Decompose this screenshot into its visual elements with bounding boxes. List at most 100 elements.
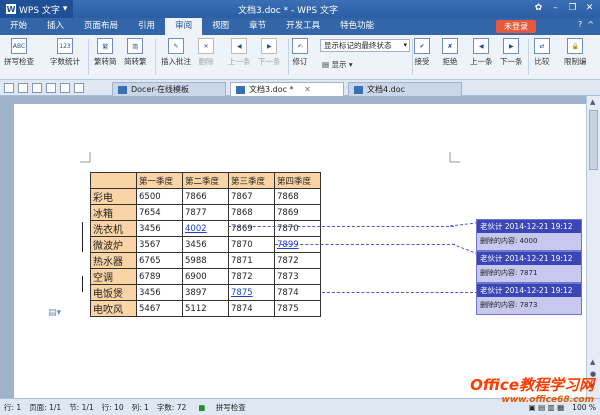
table-cell[interactable]: 7873: [274, 268, 321, 285]
revision-balloon[interactable]: 老伙计 2014-12-21 19:12 删除的内容: 7873: [476, 283, 582, 315]
skin-icon[interactable]: ✿: [532, 1, 545, 15]
restrict-editing-button[interactable]: 🔒 限制编: [564, 38, 587, 67]
paste-options-icon[interactable]: ▤▾: [48, 308, 61, 318]
table-cell[interactable]: 7869: [228, 220, 275, 237]
collapse-ribbon-icon[interactable]: ^: [587, 20, 594, 29]
table-cell[interactable]: 7869: [274, 204, 321, 221]
restore-button[interactable]: ❐: [566, 1, 579, 15]
menu-view[interactable]: 视图: [202, 18, 239, 35]
table-cell[interactable]: 6789: [136, 268, 183, 285]
table-cell[interactable]: 3567: [136, 236, 183, 253]
prev-comment-button[interactable]: ◀ 上一条: [228, 38, 251, 67]
minimize-button[interactable]: –: [549, 1, 562, 15]
table-cell[interactable]: 7654: [136, 204, 183, 221]
table-cell[interactable]: 微波炉: [90, 236, 137, 253]
table-cell-inserted[interactable]: 7875: [228, 284, 275, 301]
table-cell[interactable]: 冰箱: [90, 204, 137, 221]
table-cell[interactable]: 7868: [274, 188, 321, 205]
table-cell[interactable]: 7872: [228, 268, 275, 285]
next-comment-button[interactable]: ▶ 下一条: [258, 38, 281, 67]
menu-references[interactable]: 引用: [128, 18, 165, 35]
prev-change-button[interactable]: ◀ 上一条: [470, 38, 493, 67]
markup-display-select[interactable]: 显示标记的最终状态: [320, 39, 410, 52]
table-cell[interactable]: 7871: [228, 252, 275, 269]
open-icon[interactable]: [18, 83, 28, 93]
table-cell[interactable]: 7867: [228, 188, 275, 205]
table-cell[interactable]: 3456: [136, 284, 183, 301]
prev-page-icon[interactable]: ▲: [590, 358, 595, 366]
table-cell[interactable]: 7870: [274, 220, 321, 237]
menu-features[interactable]: 特色功能: [330, 18, 384, 35]
table-cell[interactable]: 热水器: [90, 252, 137, 269]
table-cell[interactable]: 7875: [274, 300, 321, 317]
table-cell[interactable]: 电吹风: [90, 300, 137, 317]
table-cell[interactable]: 空调: [90, 268, 137, 285]
table-cell[interactable]: 5112: [182, 300, 229, 317]
menu-page-layout[interactable]: 页面布局: [74, 18, 128, 35]
reject-button[interactable]: ✘ 拒绝: [442, 38, 458, 67]
simp-to-trad-button[interactable]: 简 简转繁: [124, 38, 147, 67]
table-cell[interactable]: 电饭煲: [90, 284, 137, 301]
table-cell[interactable]: 洗衣机: [90, 220, 137, 237]
show-markup-dropdown[interactable]: ▤ 显示 ▾: [322, 59, 353, 70]
help-icon[interactable]: ?: [578, 20, 582, 29]
menu-review[interactable]: 审阅: [165, 18, 203, 35]
table-cell[interactable]: 6500: [136, 188, 183, 205]
word-count-button[interactable]: 123 字数统计: [50, 38, 80, 67]
table-header-cell[interactable]: 第一季度: [136, 172, 183, 189]
menu-insert[interactable]: 插入: [37, 18, 74, 35]
table-cell[interactable]: 7870: [228, 236, 275, 253]
table-header-cell[interactable]: 第二季度: [182, 172, 229, 189]
table-cell[interactable]: 7874: [228, 300, 275, 317]
save-icon[interactable]: [32, 83, 42, 93]
table-cell[interactable]: 7866: [182, 188, 229, 205]
comment-connector: [450, 222, 477, 227]
tab-doc4[interactable]: 文档4.doc: [348, 82, 462, 96]
table-cell[interactable]: 3456: [182, 236, 229, 253]
print-icon[interactable]: [46, 83, 56, 93]
balloon-text: 删除的内容: 7871: [480, 269, 538, 277]
scroll-up-icon[interactable]: ▲: [590, 98, 595, 106]
redo-icon[interactable]: [74, 83, 84, 93]
table-cell[interactable]: 7872: [274, 252, 321, 269]
scroll-thumb[interactable]: [589, 110, 598, 170]
spell-check-status[interactable]: ■ 拼写检查: [190, 402, 253, 413]
table-header-cell[interactable]: 第三季度: [228, 172, 275, 189]
insert-comment-button[interactable]: ✎ 插入批注: [161, 38, 191, 67]
revision-balloon[interactable]: 老伙计 2014-12-21 19:12 删除的内容: 4000: [476, 219, 582, 251]
revision-balloon[interactable]: 老伙计 2014-12-21 19:12 删除的内容: 7871: [476, 251, 582, 283]
new-icon[interactable]: [4, 83, 14, 93]
tab-docer[interactable]: Docer-在线模板: [112, 82, 226, 96]
menu-developer[interactable]: 开发工具: [276, 18, 330, 35]
delete-comment-button[interactable]: ✕ 删除: [198, 38, 214, 67]
login-button[interactable]: 未登录: [496, 20, 536, 33]
table-header-cell[interactable]: [90, 172, 137, 189]
table-cell[interactable]: 彩电: [90, 188, 137, 205]
track-changes-button[interactable]: ✍ 修订: [292, 38, 308, 67]
close-tab-icon[interactable]: ✕: [304, 85, 311, 94]
table-cell[interactable]: 5467: [136, 300, 183, 317]
undo-icon[interactable]: [60, 83, 70, 93]
trad-to-simp-button[interactable]: 繁 繁转简: [94, 38, 117, 67]
table-cell[interactable]: 7874: [274, 284, 321, 301]
table-cell[interactable]: 3456: [136, 220, 183, 237]
table-cell[interactable]: 7868: [228, 204, 275, 221]
menu-home[interactable]: 开始: [0, 18, 37, 35]
tab-doc3[interactable]: 文档3.doc * ✕: [230, 82, 344, 96]
table-cell[interactable]: 7877: [182, 204, 229, 221]
spell-check-button[interactable]: ABC 拼写检查: [4, 38, 34, 67]
table-cell[interactable]: 3897: [182, 284, 229, 301]
compare-button[interactable]: ⇄ 比较: [534, 38, 550, 67]
table-cell[interactable]: 6900: [182, 268, 229, 285]
vertical-scrollbar[interactable]: ▲ ▲ ● ▼: [586, 96, 600, 398]
next-change-button[interactable]: ▶ 下一条: [500, 38, 523, 67]
table-cell[interactable]: 6765: [136, 252, 183, 269]
menu-section[interactable]: 章节: [239, 18, 276, 35]
table-header-cell[interactable]: 第四季度: [274, 172, 321, 189]
next-change-label: 下一条: [500, 57, 523, 66]
app-menu-button[interactable]: W WPS 文字 ▾: [0, 0, 74, 18]
close-button[interactable]: ✕: [583, 1, 596, 15]
table-cell-inserted[interactable]: 4002: [182, 220, 229, 237]
table-cell[interactable]: 5988: [182, 252, 229, 269]
accept-button[interactable]: ✔ 接受: [414, 38, 430, 67]
